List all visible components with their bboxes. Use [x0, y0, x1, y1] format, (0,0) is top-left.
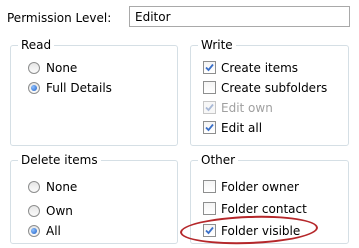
- edit-own-checkbox: [203, 101, 216, 114]
- folder-contact-label: Folder contact: [221, 202, 307, 216]
- edit-all-checkbox[interactable]: [203, 121, 216, 134]
- folder-visible-label: Folder visible: [221, 224, 301, 238]
- read-full-details-radio[interactable]: [28, 82, 40, 94]
- create-items-checkbox[interactable]: [203, 61, 216, 74]
- delete-none-label: None: [46, 180, 78, 194]
- read-full-details-label: Full Details: [46, 81, 112, 95]
- read-none-label: None: [46, 61, 78, 75]
- create-subfolders-checkbox[interactable]: [203, 81, 216, 94]
- edit-all-label: Edit all: [221, 121, 263, 135]
- folder-owner-checkbox[interactable]: [203, 180, 216, 193]
- read-group: Read None Full Details: [10, 37, 178, 146]
- write-group-title: Write: [198, 37, 236, 53]
- folder-owner-label: Folder owner: [221, 180, 299, 194]
- read-none-radio[interactable]: [28, 62, 40, 74]
- delete-items-group-title: Delete items: [18, 152, 101, 168]
- create-items-label: Create items: [221, 61, 299, 75]
- permission-level-value: Editor: [135, 10, 171, 24]
- permission-level-label: Permission Level:: [7, 11, 112, 25]
- delete-items-group: Delete items None Own All: [10, 152, 178, 244]
- other-group-title: Other: [198, 152, 239, 168]
- folder-visible-checkbox[interactable]: [203, 224, 216, 237]
- delete-all-label: All: [46, 224, 61, 238]
- read-group-title: Read: [18, 37, 55, 53]
- delete-all-radio[interactable]: [28, 225, 40, 237]
- folder-contact-checkbox[interactable]: [203, 202, 216, 215]
- other-group: Other Folder owner Folder contact Folder…: [190, 152, 349, 244]
- delete-own-radio[interactable]: [28, 205, 40, 217]
- permission-level-dropdown[interactable]: Editor: [129, 6, 350, 27]
- delete-own-label: Own: [46, 204, 73, 218]
- edit-own-label: Edit own: [221, 101, 273, 115]
- write-group: Write Create items Create subfolders Edi…: [190, 37, 349, 146]
- delete-none-radio[interactable]: [28, 181, 40, 193]
- create-subfolders-label: Create subfolders: [221, 81, 328, 95]
